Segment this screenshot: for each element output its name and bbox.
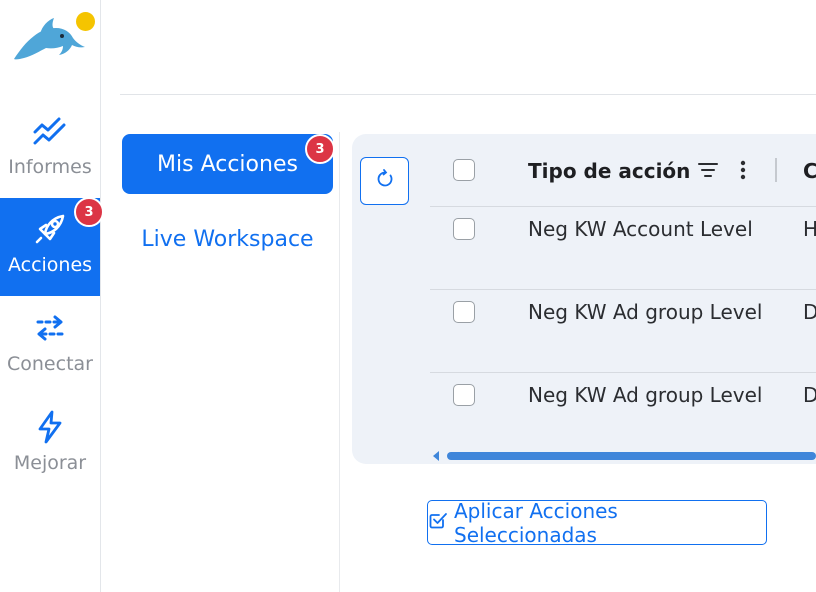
- table-cell-next: H: [803, 217, 816, 241]
- apply-button-label: Aplicar Acciones Seleccionadas: [454, 498, 618, 547]
- apply-selected-actions-button[interactable]: Aplicar Acciones Seleccionadas: [427, 498, 767, 547]
- select-all-checkbox[interactable]: [453, 159, 475, 181]
- row-checkbox[interactable]: [453, 218, 475, 240]
- sidebar-item-label: Conectar: [7, 353, 93, 375]
- table-cell-tipo: Neg KW Ad group Level: [528, 383, 763, 407]
- refresh-icon: [375, 169, 395, 193]
- row-divider: [430, 372, 816, 373]
- sidebar-item-mejorar[interactable]: Mejorar: [0, 396, 100, 494]
- subnav-divider: [339, 132, 340, 592]
- row-checkbox[interactable]: [453, 301, 475, 323]
- row-divider: [430, 289, 816, 290]
- row-checkbox[interactable]: [453, 384, 475, 406]
- column-header-next[interactable]: C: [803, 159, 816, 183]
- column-header-tipo[interactable]: Tipo de acción: [528, 159, 690, 183]
- sidebar: Informes Acciones 3 Conectar Mejorar: [0, 0, 104, 592]
- mis-acciones-badge: 3: [305, 134, 335, 164]
- table-cell-next: D: [803, 383, 816, 407]
- refresh-button[interactable]: [360, 157, 409, 205]
- sidebar-item-label: Acciones: [7, 254, 93, 276]
- scroll-left-arrow-icon[interactable]: [433, 451, 439, 461]
- header-divider: [120, 94, 816, 95]
- horizontal-scrollbar[interactable]: [447, 452, 816, 460]
- sidebar-item-conectar[interactable]: Conectar: [0, 297, 100, 395]
- sidebar-acciones-badge: 3: [74, 197, 104, 227]
- notification-dot: [76, 12, 95, 31]
- chart-trend-icon: [33, 114, 67, 148]
- lightning-icon: [37, 410, 63, 444]
- sidebar-item-informes[interactable]: Informes: [0, 100, 100, 198]
- rocket-icon: [33, 212, 67, 246]
- checkbox-checked-icon: [428, 510, 448, 535]
- tab-live-workspace[interactable]: Live Workspace: [122, 214, 333, 264]
- table-cell-next: D: [803, 300, 816, 324]
- table-cell-tipo: Neg KW Account Level: [528, 217, 753, 241]
- more-vertical-icon[interactable]: [737, 159, 749, 185]
- header-divider-line: [430, 206, 816, 207]
- filter-icon[interactable]: [697, 160, 719, 184]
- table-cell-tipo: Neg KW Ad group Level: [528, 300, 763, 324]
- swap-arrows-icon: [34, 311, 66, 345]
- sidebar-item-label: Informes: [8, 156, 92, 178]
- column-separator[interactable]: [775, 158, 777, 182]
- sidebar-item-label: Mejorar: [13, 452, 87, 474]
- tab-mis-acciones[interactable]: Mis Acciones: [122, 134, 333, 194]
